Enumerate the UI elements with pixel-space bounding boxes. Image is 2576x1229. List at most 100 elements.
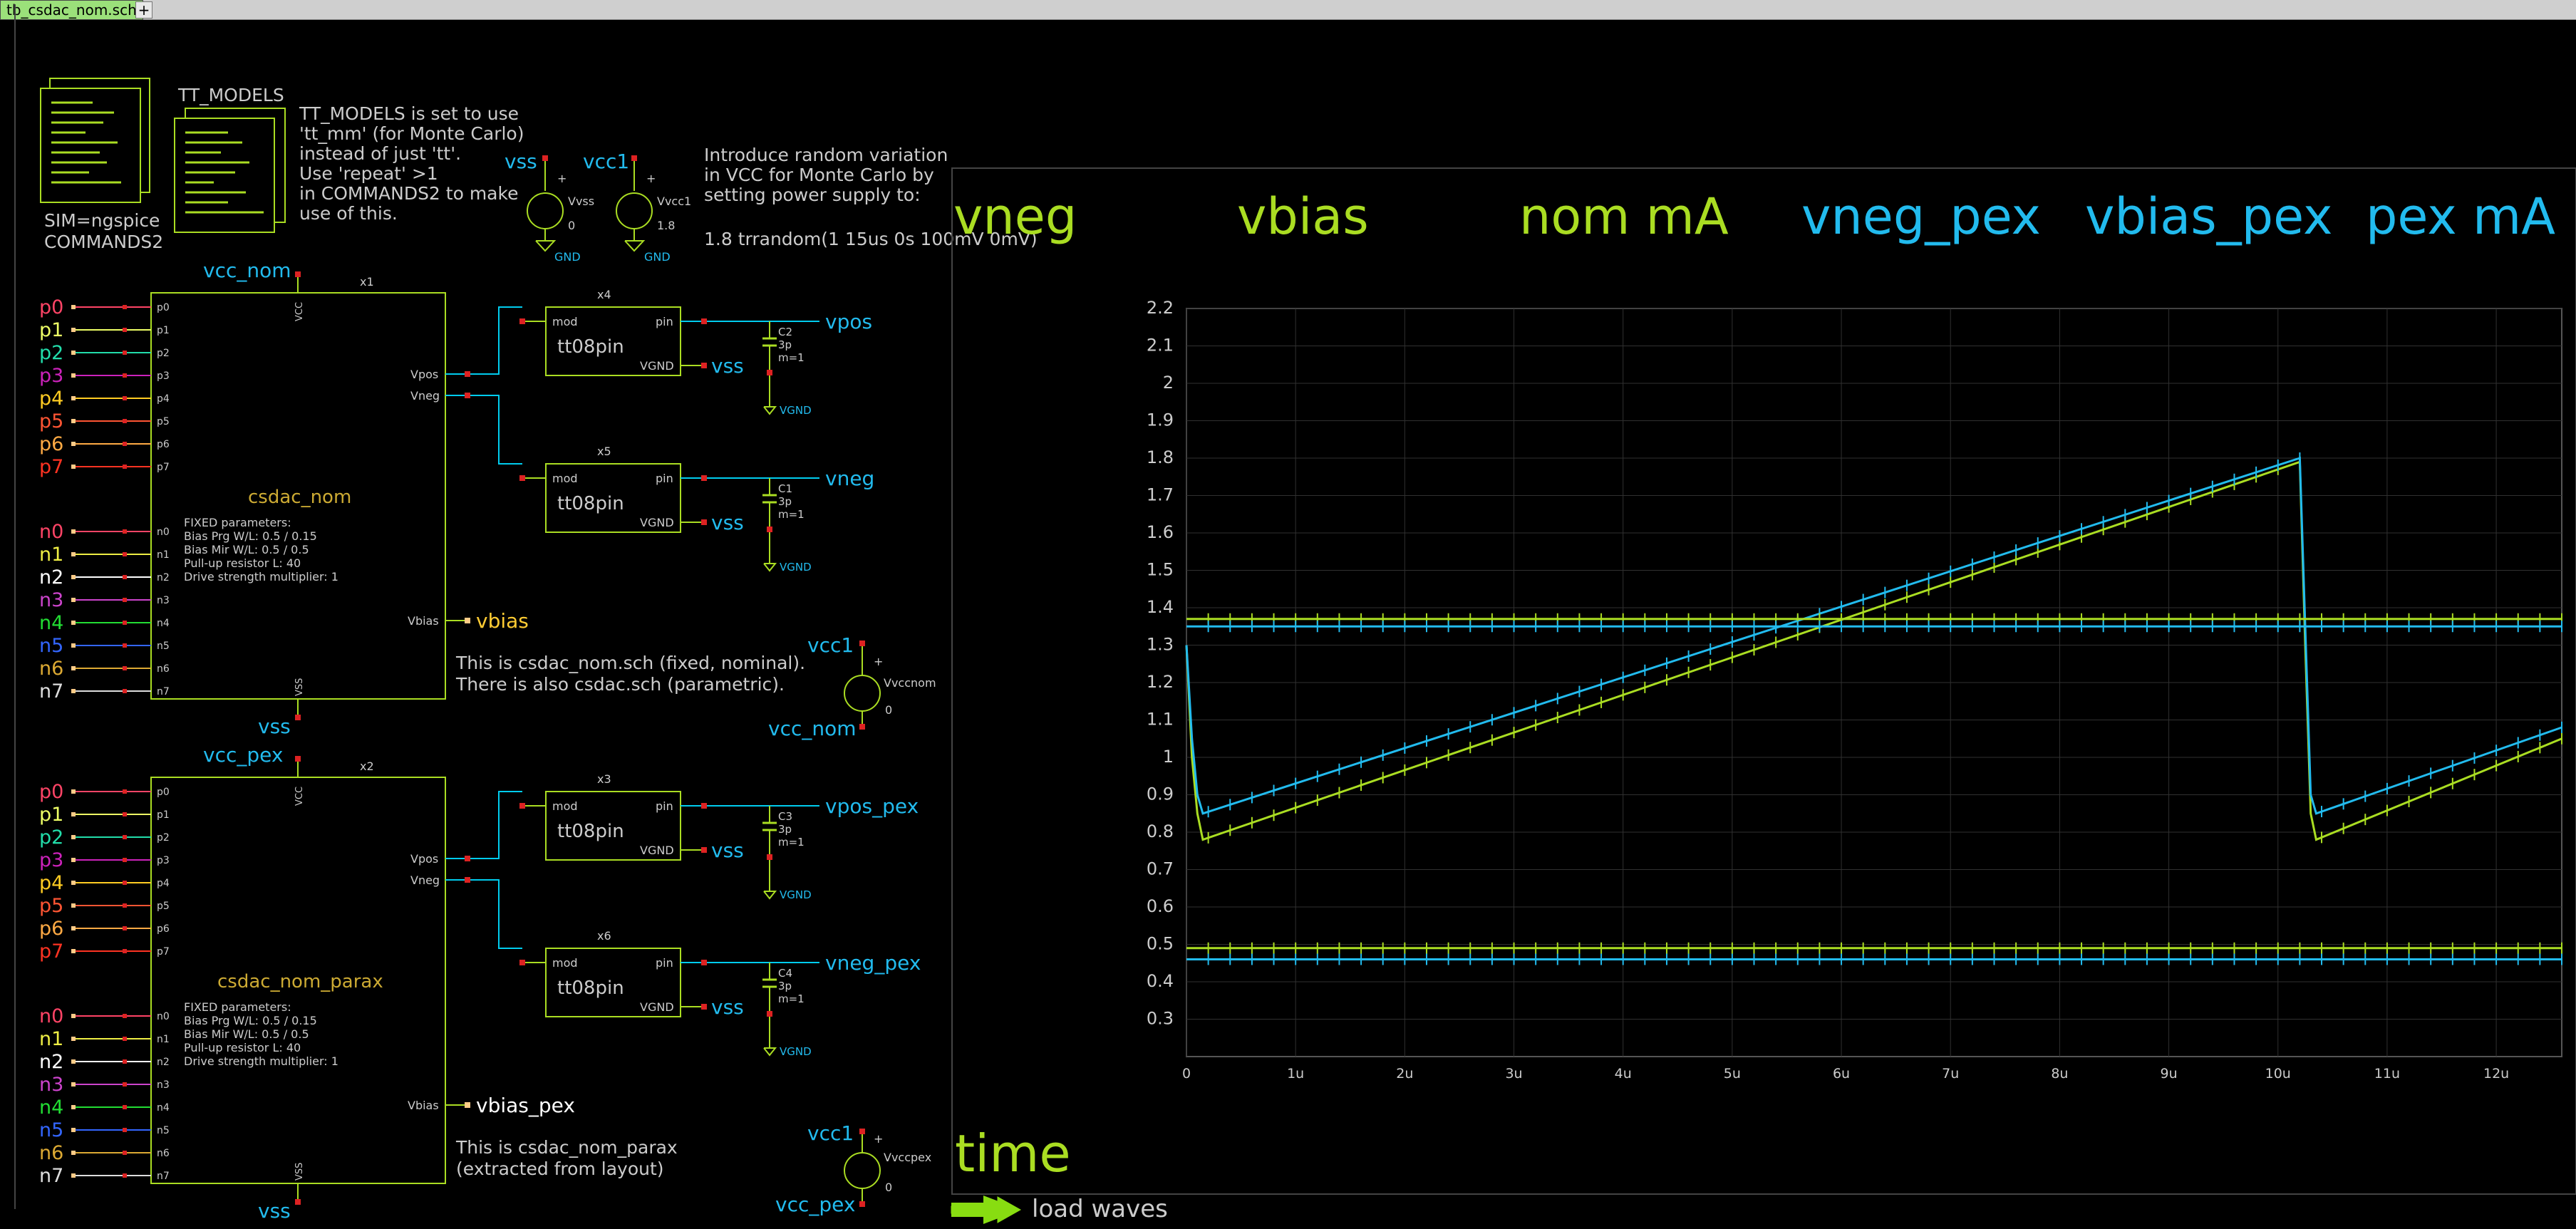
dac-pin-p7: p7 bbox=[157, 462, 170, 473]
input-label-n4: n4 bbox=[39, 612, 63, 634]
dac-vpos-pin: Vpos bbox=[410, 368, 438, 381]
legend-vneg_pex[interactable]: vneg_pex bbox=[1801, 187, 2041, 246]
vvss-net-label: vss bbox=[505, 150, 537, 173]
tab-tb-csdac-nom[interactable]: tb_csdac_nom.sch bbox=[0, 0, 143, 20]
x-tick-label: 0 bbox=[1182, 1066, 1191, 1082]
legend-vbias_pex[interactable]: vbias_pex bbox=[2085, 187, 2332, 246]
pad-x5[interactable]: x5modpinVGNDtt08pinvnegvssC1C13pm=1VGND bbox=[519, 445, 874, 574]
vvcc1-plus: + bbox=[646, 172, 656, 185]
cap-multiplier: m=1 bbox=[778, 508, 805, 521]
dac-pin-n4: n4 bbox=[157, 1102, 170, 1114]
pad-output-net-label: vneg_pex bbox=[825, 951, 921, 975]
input-label-p2: p2 bbox=[39, 342, 63, 364]
tt-models-symbol[interactable] bbox=[174, 108, 286, 233]
input-label-n3: n3 bbox=[39, 1074, 63, 1096]
svg-text:+: + bbox=[874, 655, 883, 668]
vvss-value: 0 bbox=[568, 219, 575, 232]
graph-xlabel: time bbox=[955, 1124, 1071, 1183]
x-tick-label: 12u bbox=[2483, 1066, 2509, 1082]
vvss-gnd: GND bbox=[554, 250, 581, 264]
vvcc1-net-label: vcc1 bbox=[583, 150, 629, 173]
dac-param-2: Bias Mir W/L: 0.5 / 0.5 bbox=[184, 1027, 309, 1041]
dac-vbias-pin: Vbias bbox=[408, 1099, 439, 1112]
cap-multiplier: m=1 bbox=[778, 351, 805, 364]
waveform-graph[interactable]: vneg vbias nom mA vneg_pex vbias_pex pex mA 0… bbox=[951, 167, 2576, 1195]
dac-vcc-net-label: vcc_pex bbox=[203, 743, 283, 767]
x-tick-label: 9u bbox=[2161, 1066, 2178, 1082]
pad-cell-name: tt08pin bbox=[557, 821, 624, 842]
dac-param-2: Bias Mir W/L: 0.5 / 0.5 bbox=[184, 543, 309, 556]
cap-gnd-label: VGND bbox=[780, 561, 812, 574]
input-label-p1: p1 bbox=[39, 319, 63, 341]
dac-pin-p1: p1 bbox=[157, 325, 170, 336]
legend-vneg[interactable]: vneg bbox=[953, 187, 1077, 246]
y-tick-label: 0.3 bbox=[1147, 1009, 1174, 1029]
vvcc1-source[interactable]: vcc1 + Vvcc1 1.8 GND bbox=[583, 150, 691, 264]
tt-models-note-3: instead of just 'tt'. bbox=[299, 143, 461, 164]
y-tick-label: 1.7 bbox=[1147, 485, 1174, 505]
y-tick-label: 1.1 bbox=[1147, 710, 1174, 730]
dac-vpos-pin: Vpos bbox=[410, 852, 438, 866]
tt-models-title: TT_MODELS bbox=[177, 85, 284, 105]
vvccpex-bottom-label: vcc_pex bbox=[775, 1193, 855, 1216]
legend-vbias[interactable]: vbias bbox=[1237, 187, 1369, 246]
cap-name: C3 bbox=[778, 810, 792, 823]
vvccpex-source[interactable]: vcc1 + Vvccpex 0 vcc_pex bbox=[775, 1121, 931, 1216]
dac-param-4: Drive strength multiplier: 1 bbox=[184, 1054, 338, 1068]
dac-instance-name: x2 bbox=[360, 759, 374, 773]
pad-x4[interactable]: x4modpinVGNDtt08pinvposvssC2C23pm=1VGND bbox=[519, 288, 872, 417]
input-label-n6: n6 bbox=[39, 1142, 63, 1164]
pad-x6[interactable]: x6modpinVGNDtt08pinvneg_pexvssC4C43pm=1V… bbox=[519, 929, 921, 1058]
dac-pin-n1: n1 bbox=[157, 549, 170, 561]
pad-mod-pin: mod bbox=[552, 956, 578, 970]
pad-vgnd-pin: VGND bbox=[640, 516, 674, 529]
dac-pin-p4: p4 bbox=[157, 393, 170, 405]
x-tick-label: 1u bbox=[1287, 1066, 1304, 1082]
pad-output-net-label: vpos_pex bbox=[825, 794, 919, 818]
cap-value: 3p bbox=[778, 495, 792, 508]
y-tick-label: 1.2 bbox=[1147, 672, 1174, 692]
input-label-n2: n2 bbox=[39, 1051, 63, 1073]
dac-note-0: This is csdac_nom.sch (fixed, nominal). bbox=[455, 653, 805, 673]
dac-pin-p5: p5 bbox=[157, 901, 170, 912]
dac-pin-n3: n3 bbox=[157, 1079, 170, 1091]
cap-gnd-label: VGND bbox=[780, 1045, 812, 1058]
input-label-p7: p7 bbox=[39, 456, 63, 478]
vvccnom-source[interactable]: vcc1 + Vvccnom 0 vcc_nom bbox=[768, 633, 936, 740]
pad-pin-pin: pin bbox=[656, 799, 673, 813]
csdac-nom-block[interactable]: x1vcc_nomVCCvssVSSp0 p0p1 p1p2 p2p3 p3p4 p4p5… bbox=[39, 259, 805, 738]
tab-bar: tb_csdac_nom.sch + bbox=[0, 0, 2576, 20]
commands-symbol[interactable] bbox=[40, 78, 150, 203]
schematic[interactable]: SIM=ngspice COMMANDS2 TT_MODELS TT_MODEL… bbox=[0, 20, 2576, 1229]
vvss-source[interactable]: vss + Vvss 0 GND bbox=[505, 150, 594, 264]
vvss-name: Vvss bbox=[568, 195, 594, 208]
trace-vneg_pex[interactable] bbox=[1185, 456, 2562, 815]
input-label-p6: p6 bbox=[39, 433, 63, 455]
dac-param-0: FIXED parameters: bbox=[184, 1000, 291, 1014]
dac-vbias-net-label: vbias bbox=[476, 609, 529, 633]
pad-vss-net-label: vss bbox=[711, 839, 744, 862]
legend-pex-mA[interactable]: pex mA bbox=[2366, 187, 2555, 246]
cap-name: C2 bbox=[778, 326, 792, 338]
trace-vneg[interactable] bbox=[1185, 460, 2562, 841]
legend-nom-mA[interactable]: nom mA bbox=[1519, 187, 1729, 246]
y-tick-label: 0.4 bbox=[1147, 971, 1174, 991]
cap-value: 3p bbox=[778, 338, 792, 351]
add-tab-button[interactable]: + bbox=[135, 1, 152, 19]
pad-pin-pin: pin bbox=[656, 472, 673, 485]
mc-note-3: setting power supply to: bbox=[704, 185, 921, 205]
dac-pin-n0: n0 bbox=[157, 1011, 170, 1022]
pad-output-net-label: vpos bbox=[825, 310, 872, 333]
dac-note-0: This is csdac_nom_parax bbox=[455, 1137, 678, 1158]
y-tick-label: 2 bbox=[1163, 373, 1174, 393]
y-tick-label: 1.6 bbox=[1147, 522, 1174, 542]
dac-pin-p3: p3 bbox=[157, 855, 170, 866]
commands-name-label: COMMANDS2 bbox=[44, 232, 163, 252]
tt-models-note-5: in COMMANDS2 to make bbox=[299, 183, 518, 204]
dac-param-3: Pull-up resistor L: 40 bbox=[184, 1041, 301, 1054]
tt-models-note-2: 'tt_mm' (for Monte Carlo) bbox=[299, 123, 524, 144]
dac-pin-p2: p2 bbox=[157, 832, 170, 844]
dac-instance-name: x1 bbox=[360, 275, 374, 289]
load-waves-button[interactable]: load waves bbox=[951, 1195, 1168, 1224]
pad-x3[interactable]: x3modpinVGNDtt08pinvpos_pexvssC3C33pm=1V… bbox=[519, 772, 919, 901]
